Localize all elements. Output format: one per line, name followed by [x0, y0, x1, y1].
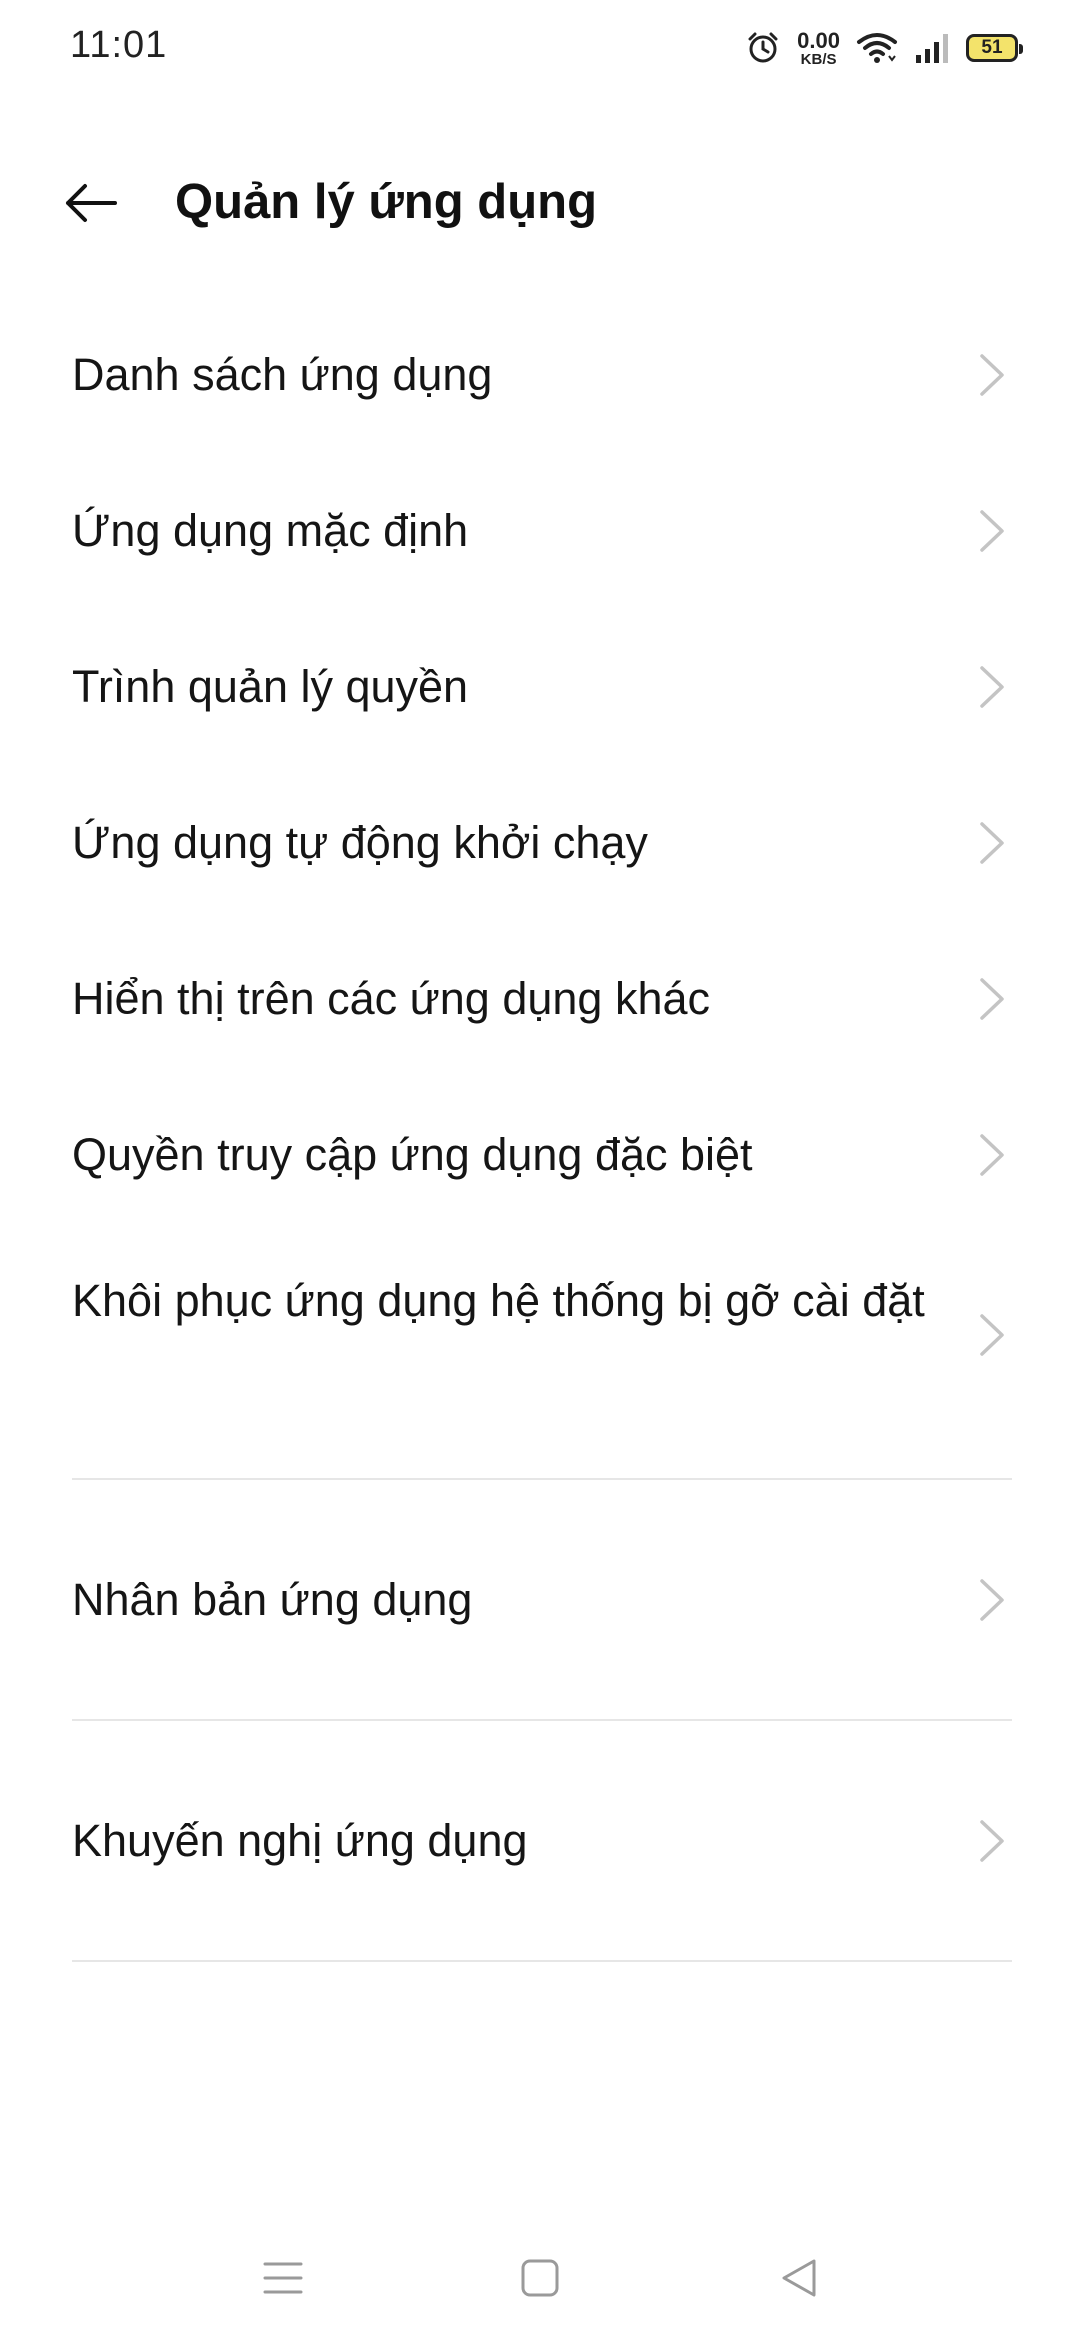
status-bar: 11:01 0.00 KB/S 51 — [0, 0, 1080, 96]
navigation-bar — [0, 2230, 1080, 2330]
menu-item-label: Ứng dụng tự động khởi chạy — [72, 817, 648, 868]
back-nav-button[interactable] — [760, 2250, 840, 2310]
chevron-right-icon — [980, 666, 1004, 708]
back-icon — [778, 2256, 822, 2305]
menu-item-app-recommendations[interactable]: Khuyến nghị ứng dụng — [0, 1786, 1080, 1896]
battery-icon: 51 — [966, 34, 1023, 62]
chevron-right-icon — [980, 978, 1004, 1020]
chevron-right-icon — [980, 1134, 1004, 1176]
menu-item-label: Khuyến nghị ứng dụng — [72, 1815, 528, 1866]
chevron-right-icon — [980, 1314, 1004, 1356]
chevron-right-icon — [980, 1820, 1004, 1862]
net-speed-unit: KB/S — [800, 50, 837, 68]
alarm-icon — [745, 30, 781, 66]
menu-item-app-list[interactable]: Danh sách ứng dụng — [0, 320, 1080, 430]
menu-item-default-apps[interactable]: Ứng dụng mặc định — [0, 476, 1080, 586]
chevron-right-icon — [980, 510, 1004, 552]
header: Quản lý ứng dụng — [0, 150, 1080, 260]
menu-item-label: Quyền truy cập ứng dụng đặc biệt — [72, 1129, 753, 1180]
divider — [72, 1478, 1012, 1480]
wifi-icon — [856, 30, 898, 66]
home-icon — [518, 2256, 562, 2305]
home-button[interactable] — [500, 2250, 580, 2310]
menu-item-display-over-apps[interactable]: Hiển thị trên các ứng dụng khác — [0, 944, 1080, 1054]
menu-item-label: Danh sách ứng dụng — [72, 349, 493, 400]
menu-item-label: Trình quản lý quyền — [72, 661, 469, 712]
recent-apps-button[interactable] — [243, 2250, 323, 2310]
menu-item-restore-system-apps[interactable]: Khôi phục ứng dụng hệ thống bị gỡ cài đặ… — [0, 1260, 1080, 1410]
arrow-left-icon — [63, 183, 119, 228]
menu-item-auto-launch[interactable]: Ứng dụng tự động khởi chạy — [0, 788, 1080, 898]
divider — [72, 1960, 1012, 1962]
status-time: 11:01 — [70, 24, 168, 66]
chevron-right-icon — [980, 1579, 1004, 1621]
status-icons: 0.00 KB/S 51 — [745, 26, 1023, 70]
menu-icon — [261, 2258, 305, 2303]
menu-item-label: Hiển thị trên các ứng dụng khác — [72, 973, 710, 1024]
signal-icon — [914, 31, 950, 65]
menu-item-label: Khôi phục ứng dụng hệ thống bị gỡ cài đặ… — [72, 1275, 925, 1326]
net-speed: 0.00 KB/S — [797, 27, 840, 68]
menu-item-special-app-access[interactable]: Quyền truy cập ứng dụng đặc biệt — [0, 1100, 1080, 1210]
chevron-right-icon — [980, 354, 1004, 396]
menu-item-permission-manager[interactable]: Trình quản lý quyền — [0, 632, 1080, 742]
divider — [72, 1719, 1012, 1721]
chevron-right-icon — [980, 822, 1004, 864]
menu-item-app-clone[interactable]: Nhân bản ứng dụng — [0, 1545, 1080, 1655]
menu-item-label: Nhân bản ứng dụng — [72, 1574, 473, 1625]
page-title: Quản lý ứng dụng — [175, 175, 598, 229]
net-speed-value: 0.00 — [797, 27, 840, 53]
menu-item-label: Ứng dụng mặc định — [72, 505, 469, 556]
back-button[interactable] — [56, 172, 126, 238]
battery-level: 51 — [981, 37, 1003, 58]
